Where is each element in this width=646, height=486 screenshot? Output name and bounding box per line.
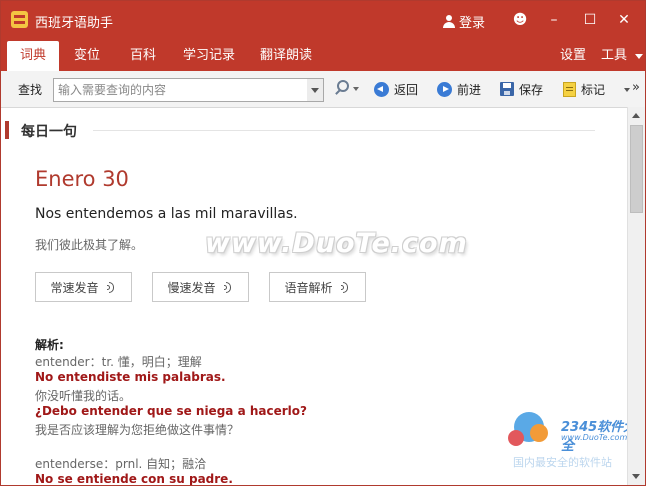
- analysis-heading: 解析:: [35, 338, 64, 352]
- back-label: 返回: [394, 82, 419, 97]
- minimize-button[interactable]: –: [543, 9, 565, 31]
- 2345-logo-icon: [508, 408, 554, 450]
- sentence-spanish: Nos entendemos a las mil maravillas.: [35, 206, 298, 222]
- tab-dictionary[interactable]: 词典: [7, 41, 59, 71]
- search-options-chevron-icon[interactable]: [353, 87, 359, 91]
- scroll-up-arrow-icon[interactable]: [628, 107, 645, 124]
- section-accent-bar: [5, 121, 9, 139]
- section-divider: [93, 130, 595, 131]
- login-label: 登录: [459, 16, 486, 31]
- analysis-example-es: No se entiende con su padre.: [35, 472, 233, 485]
- app-title: 西班牙语助手: [35, 16, 114, 31]
- tools-menu[interactable]: 工具: [599, 41, 643, 71]
- forward-arrow-icon: [437, 81, 452, 97]
- forward-label: 前进: [457, 82, 482, 97]
- analysis-example-es: No entendiste mis palabras.: [35, 370, 226, 384]
- settings-menu[interactable]: 设置: [557, 41, 589, 71]
- back-button[interactable]: 返回: [374, 79, 418, 99]
- duote-watermark: www.DuoTe.com: [205, 228, 468, 259]
- search-input[interactable]: [53, 78, 313, 102]
- slow-speed-audio-button[interactable]: 慢速发音: [152, 272, 249, 302]
- tab-conjugation[interactable]: 变位: [67, 41, 107, 71]
- bookmark-label: 标记: [581, 82, 606, 97]
- title-bar: 西班牙语助手 登录 ☻ – ☐ ✕: [1, 1, 645, 41]
- sound-wave-icon: [223, 281, 234, 293]
- 2345-watermark-url: www.DuoTe.com: [561, 433, 628, 442]
- login-button[interactable]: 登录: [443, 12, 485, 31]
- analysis-example-es: ¿Debo entender que se niega a hacerlo?: [35, 404, 307, 418]
- analysis-definition-line: entender：tr. 懂，明白；理解: [35, 355, 202, 369]
- audio-analysis-button[interactable]: 语音解析: [269, 272, 366, 302]
- save-label: 保存: [519, 82, 544, 97]
- maximize-button[interactable]: ☐: [579, 9, 601, 31]
- tab-study-records[interactable]: 学习记录: [179, 41, 239, 71]
- 2345-watermark-note: 国内最安全的软件站: [513, 456, 612, 469]
- audio-analysis-label: 语音解析: [284, 280, 333, 295]
- tab-translate-read[interactable]: 翻译朗读: [256, 41, 316, 71]
- bookmark-dropdown-chevron-icon[interactable]: [624, 88, 630, 92]
- close-button[interactable]: ✕: [613, 9, 635, 31]
- tab-encyclopedia[interactable]: 百科: [123, 41, 163, 71]
- vertical-scrollbar[interactable]: [627, 107, 645, 485]
- slow-speed-label: 慢速发音: [167, 280, 216, 295]
- app-logo-icon: [11, 11, 28, 28]
- scroll-down-arrow-icon[interactable]: [628, 468, 645, 485]
- app-window: 西班牙语助手 登录 ☻ – ☐ ✕ 词典 变位 百科 学习记录 翻译朗读 设置 …: [0, 0, 646, 486]
- search-icon[interactable]: [334, 80, 349, 94]
- sentence-chinese: 我们彼此极其了解。: [35, 238, 144, 252]
- normal-speed-label: 常速发音: [50, 280, 99, 295]
- analysis-definition-line: entenderse：prnl. 自知；融洽: [35, 457, 207, 471]
- normal-speed-audio-button[interactable]: 常速发音: [35, 272, 132, 302]
- main-tab-bar: 词典 变位 百科 学习记录 翻译朗读 设置 工具: [1, 41, 645, 71]
- skin-smiley-icon[interactable]: ☻: [509, 9, 531, 31]
- user-icon: [443, 15, 455, 28]
- save-disk-icon: [500, 82, 514, 96]
- analysis-example-zh: 你没听懂我的话。: [35, 389, 132, 403]
- date-title: Enero 30: [35, 167, 129, 191]
- scrollbar-thumb[interactable]: [630, 125, 643, 213]
- analysis-example-zh: 我是否应该理解为您拒绝做这件事情？: [35, 423, 240, 437]
- section-title: 每日一句: [21, 124, 77, 140]
- toolbar-overflow-button[interactable]: »: [632, 80, 640, 95]
- bookmark-button[interactable]: 标记: [563, 79, 605, 99]
- forward-button[interactable]: 前进: [437, 79, 481, 99]
- search-label: 查找: [18, 83, 43, 97]
- sound-wave-icon: [340, 281, 351, 293]
- sound-wave-icon: [106, 281, 117, 293]
- search-toolbar: 查找 返回 前进 保存 标记 »: [1, 71, 645, 108]
- save-button[interactable]: 保存: [500, 79, 543, 99]
- back-arrow-icon: [374, 81, 389, 97]
- bookmark-note-icon: [563, 81, 576, 97]
- search-history-dropdown[interactable]: [307, 78, 324, 102]
